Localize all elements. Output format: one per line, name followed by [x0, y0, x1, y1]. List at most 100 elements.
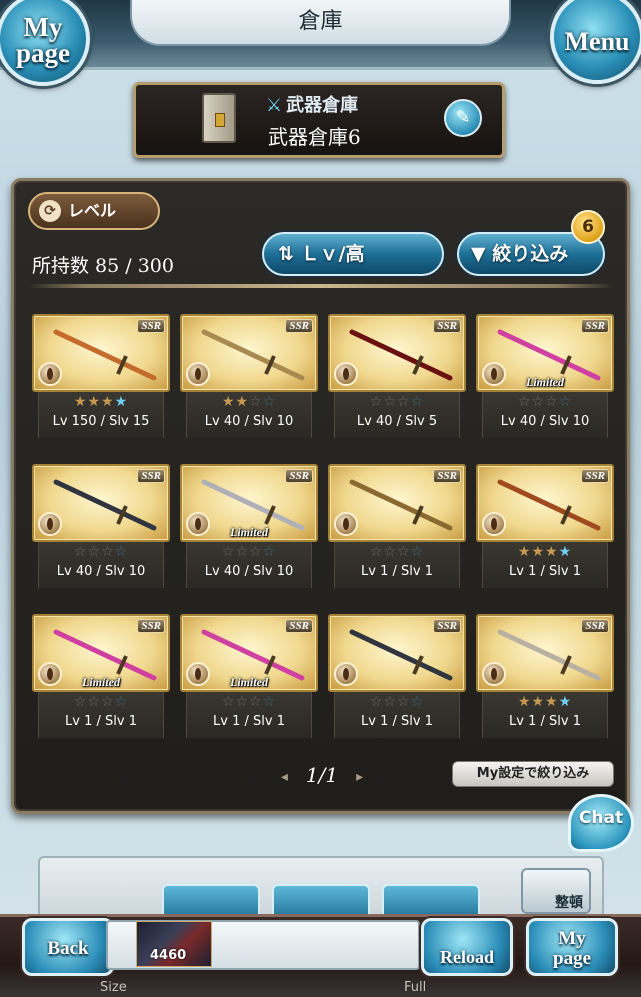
transcend-star-icon: ★ [114, 394, 129, 410]
weapon-image: SSR Limited [180, 614, 318, 692]
full-label: Full [404, 980, 427, 995]
storage-selector[interactable]: ⚔ 武器倉庫 武器倉庫6 ✎ [133, 82, 505, 158]
star-icon: ☆ [221, 544, 236, 560]
star-icon: ★ [221, 394, 236, 410]
weapon-card[interactable]: SSR Limited ☆☆☆☆ Lv 40 / Slv 10 [476, 314, 614, 438]
weapon-card[interactable]: SSR ★★☆☆ Lv 40 / Slv 10 [180, 314, 318, 438]
weapon-level: Lv 1 / Slv 1 [509, 714, 581, 729]
weapon-card[interactable]: SSR Limited ☆☆☆☆ Lv 1 / Slv 1 [32, 614, 170, 738]
sort-button[interactable]: ⇅ Ｌｖ/高 [262, 232, 444, 276]
mypage-button[interactable]: My page [0, 0, 90, 86]
weapon-level: Lv 40 / Slv 10 [500, 414, 590, 429]
star-icon: ☆ [383, 694, 397, 710]
star-icon: ☆ [249, 694, 263, 710]
organize-button[interactable]: 整頓 [521, 868, 591, 914]
star-icon: ☆ [87, 544, 101, 560]
star-icon: ☆ [383, 544, 397, 560]
star-icon: ☆ [249, 544, 263, 560]
weapon-image: SSR Limited [476, 314, 614, 392]
weapon-image: SSR [476, 614, 614, 692]
star-icon: ☆ [397, 394, 411, 410]
weapon-image: SSR Limited [32, 614, 170, 692]
rarity-badge: SSR [285, 469, 313, 483]
transcend-star-icon: ☆ [410, 544, 425, 560]
weapon-card[interactable]: SSR ★★★★ Lv 1 / Slv 1 [476, 614, 614, 738]
star-icon: ★ [73, 394, 88, 410]
weapon-level: Lv 150 / Slv 15 [52, 414, 150, 429]
weapon-card[interactable]: SSR ☆☆☆☆ Lv 1 / Slv 1 [328, 614, 466, 738]
weapon-image: SSR [476, 464, 614, 542]
uncap-stars: ☆☆☆☆ [180, 544, 318, 560]
item-count: 所持数 85 / 300 [32, 255, 174, 277]
transcend-star-icon: ☆ [114, 694, 129, 710]
uncap-stars: ☆☆☆☆ [328, 394, 466, 410]
weapon-card[interactable]: SSR ☆☆☆☆ Lv 40 / Slv 5 [328, 314, 466, 438]
weapon-level: Lv 40 / Slv 10 [204, 414, 294, 429]
weapon-card[interactable]: SSR Limited ☆☆☆☆ Lv 1 / Slv 1 [180, 614, 318, 738]
weapon-image: SSR Limited [180, 464, 318, 542]
rarity-badge: SSR [433, 619, 461, 633]
weapon-level: Lv 1 / Slv 1 [509, 564, 581, 579]
star-icon: ☆ [73, 694, 88, 710]
back-button[interactable]: Back [22, 918, 114, 976]
weapon-card[interactable]: SSR ☆☆☆☆ Lv 40 / Slv 10 [32, 464, 170, 588]
star-icon: ★ [101, 394, 115, 410]
star-icon: ☆ [517, 394, 532, 410]
element-icon [334, 362, 358, 386]
rarity-badge: SSR [433, 319, 461, 333]
level-toggle-button[interactable]: ⟳ レベル [28, 192, 160, 230]
storage-chest-icon [202, 93, 236, 143]
uncap-stars: ☆☆☆☆ [328, 544, 466, 560]
limited-label: Limited [82, 675, 120, 689]
star-icon: ☆ [101, 694, 115, 710]
divider [28, 284, 614, 288]
chat-button[interactable]: Chat [568, 794, 634, 852]
reload-button[interactable]: Reload [421, 918, 513, 976]
star-icon: ★ [517, 694, 532, 710]
footer-mypage-button[interactable]: My page [526, 918, 618, 976]
weapon-image: SSR [180, 314, 318, 392]
weapon-card[interactable]: SSR ★★★★ Lv 1 / Slv 1 [476, 464, 614, 588]
weapon-level: Lv 1 / Slv 1 [361, 564, 433, 579]
weapon-card[interactable]: SSR ☆☆☆☆ Lv 1 / Slv 1 [328, 464, 466, 588]
storage-category: ⚔ 武器倉庫 [266, 91, 358, 117]
page-title: 倉庫 [130, 0, 511, 46]
next-page-icon[interactable]: ▸ [356, 769, 363, 785]
my-setting-filter-button[interactable]: My設定で絞り込み [452, 761, 614, 787]
transcend-star-icon: ☆ [262, 694, 277, 710]
element-icon [38, 362, 62, 386]
sort-label: Ｌｖ/高 [300, 243, 365, 265]
weapon-image: SSR [32, 314, 170, 392]
star-icon: ☆ [369, 394, 384, 410]
star-icon: ☆ [397, 694, 411, 710]
weapon-card[interactable]: SSR Limited ☆☆☆☆ Lv 40 / Slv 10 [180, 464, 318, 588]
uncap-stars: ★★★★ [476, 694, 614, 710]
star-icon: ★ [531, 544, 545, 560]
sort-arrows-icon: ⇅ [278, 243, 294, 265]
star-icon: ☆ [235, 694, 249, 710]
star-icon: ☆ [73, 544, 88, 560]
weapon-card[interactable]: SSR ★★★★ Lv 150 / Slv 15 [32, 314, 170, 438]
star-icon: ☆ [383, 394, 397, 410]
size-label: Size [100, 980, 127, 995]
edit-pencil-icon[interactable]: ✎ [444, 99, 482, 137]
star-icon: ★ [545, 694, 559, 710]
star-icon: ★ [235, 394, 249, 410]
weapon-level: Lv 40 / Slv 10 [56, 564, 146, 579]
star-icon: ☆ [531, 394, 545, 410]
star-icon: ☆ [101, 544, 115, 560]
weapon-level: Lv 40 / Slv 10 [204, 564, 294, 579]
rarity-badge: SSR [581, 619, 609, 633]
rarity-badge: SSR [137, 469, 165, 483]
transcend-star-icon: ☆ [410, 694, 425, 710]
weapon-level: Lv 1 / Slv 1 [213, 714, 285, 729]
limited-label: Limited [526, 375, 564, 389]
menu-button[interactable]: Menu [550, 0, 641, 84]
weapon-image: SSR [328, 464, 466, 542]
prev-page-icon[interactable]: ◂ [281, 769, 288, 785]
element-icon [482, 662, 506, 686]
uncap-stars: ☆☆☆☆ [476, 394, 614, 410]
rarity-badge: SSR [137, 619, 165, 633]
star-icon: ★ [531, 694, 545, 710]
uncap-stars: ★★★★ [476, 544, 614, 560]
